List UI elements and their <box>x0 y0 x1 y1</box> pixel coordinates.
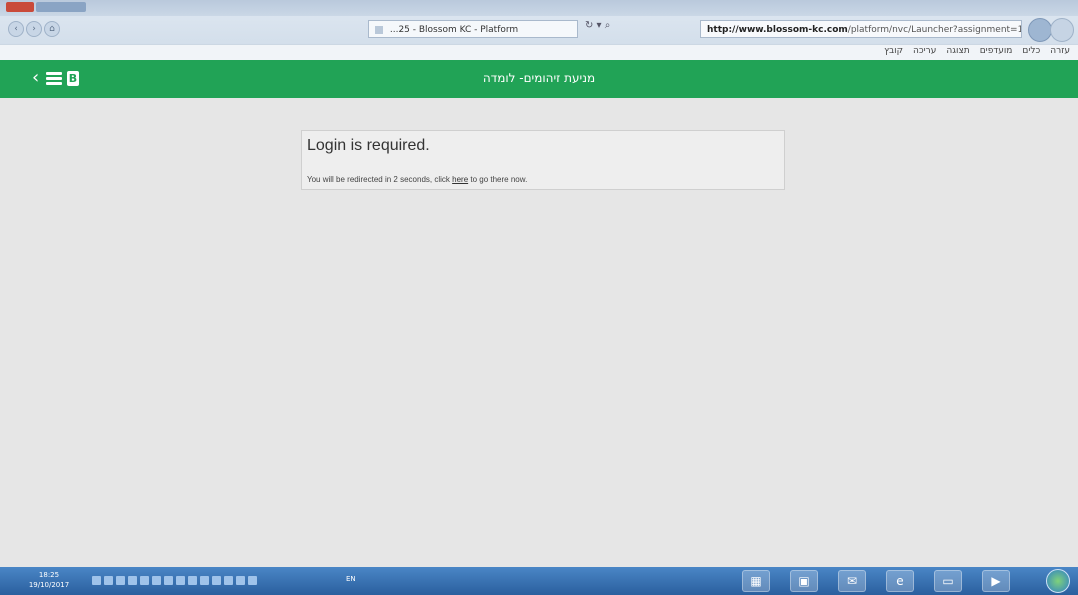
browser-navbar: ‹ › ⌂ ...25 - Blossom KC - Platform ↻ ▾ … <box>0 16 1078 44</box>
window-controls[interactable] <box>36 2 86 12</box>
menu-item-favorites[interactable]: מועדפים <box>980 46 1013 56</box>
url-host: http://www.blossom-kc.com <box>707 25 848 35</box>
tray-app-icon[interactable] <box>128 576 137 585</box>
home-icon[interactable]: ⌂ <box>44 21 60 37</box>
forward-icon[interactable]: › <box>26 21 42 37</box>
tab-favicon-icon <box>375 25 383 34</box>
app-header: ‹ B מניעת זיהומים- לומדה <box>0 60 1078 98</box>
language-indicator[interactable]: EN <box>346 575 356 583</box>
window-titlebar <box>0 0 1078 16</box>
clock-date: 19/10/2017 <box>28 581 70 589</box>
menu-item-help[interactable]: עזרה <box>1050 46 1070 56</box>
browser-chrome: ‹ › ⌂ ...25 - Blossom KC - Platform ↻ ▾ … <box>0 0 1078 60</box>
tray-sound-icon[interactable] <box>104 576 113 585</box>
menubar: קובץ עריכה תצוגה מועדפים כלים עזרה <box>0 44 1078 60</box>
tab-label: ...25 - Blossom KC - Platform <box>389 25 519 35</box>
login-title: Login is required. <box>307 137 430 154</box>
file-explorer-icon[interactable]: ▭ <box>934 570 962 592</box>
address-bar[interactable]: http://www.blossom-kc.com/platform/nvc/L… <box>700 20 1022 38</box>
taskbar-clock[interactable]: 18:25 19/10/2017 <box>22 570 76 590</box>
media-player-icon[interactable]: ▶ <box>982 570 1010 592</box>
tray-app-icon[interactable] <box>164 576 173 585</box>
menu-item-edit[interactable]: עריכה <box>913 46 936 56</box>
page-title: מניעת זיהומים- לומדה <box>482 71 596 85</box>
taskbar-app-icon[interactable]: ▦ <box>742 570 770 592</box>
refresh-search-icon[interactable]: ↻ ▾ ⌕ <box>585 20 610 31</box>
outlook-icon[interactable]: ✉ <box>838 570 866 592</box>
browser-tab[interactable]: ...25 - Blossom KC - Platform <box>368 20 578 38</box>
internet-explorer-icon[interactable]: e <box>886 570 914 592</box>
login-required-panel: Login is required. You will be redirecte… <box>301 130 785 190</box>
clock-time: 18:25 <box>38 571 60 579</box>
tray-app-icon[interactable] <box>188 576 197 585</box>
tray-app-icon[interactable] <box>248 576 257 585</box>
browser-forward-button[interactable] <box>1050 18 1074 42</box>
browser-back-button[interactable] <box>1028 18 1052 42</box>
menu-item-view[interactable]: תצוגה <box>946 46 969 56</box>
taskbar: 18:25 19/10/2017 EN ▦ ▣ ✉ e ▭ ▶ <box>0 567 1078 595</box>
redirect-link[interactable]: here <box>452 175 468 184</box>
back-icon[interactable]: ‹ <box>8 21 24 37</box>
redirect-text-before: You will be redirected in 2 seconds, cli… <box>307 175 453 184</box>
tray-app-icon[interactable] <box>224 576 233 585</box>
tray-app-icon[interactable] <box>140 576 149 585</box>
tray-app-icon[interactable] <box>176 576 185 585</box>
tray-network-icon[interactable] <box>116 576 125 585</box>
close-window-button[interactable] <box>6 2 34 12</box>
taskbar-app-icon[interactable]: ▣ <box>790 570 818 592</box>
system-tray <box>92 576 257 585</box>
tray-app-icon[interactable] <box>200 576 209 585</box>
redirect-message: You will be redirected in 2 seconds, cli… <box>307 175 527 184</box>
menu-item-file[interactable]: קובץ <box>884 46 903 56</box>
tray-app-icon[interactable] <box>212 576 221 585</box>
start-button[interactable] <box>1046 569 1070 593</box>
tray-flag-icon[interactable] <box>92 576 101 585</box>
menu-item-tools[interactable]: כלים <box>1022 46 1040 56</box>
url-path: /platform/nvc/Launcher?assignment=13 <box>847 25 1022 35</box>
tray-app-icon[interactable] <box>152 576 161 585</box>
tray-app-icon[interactable] <box>236 576 245 585</box>
redirect-text-after: to go there now. <box>468 175 528 184</box>
menu-items: קובץ עריכה תצוגה מועדפים כלים עזרה <box>884 46 1070 56</box>
